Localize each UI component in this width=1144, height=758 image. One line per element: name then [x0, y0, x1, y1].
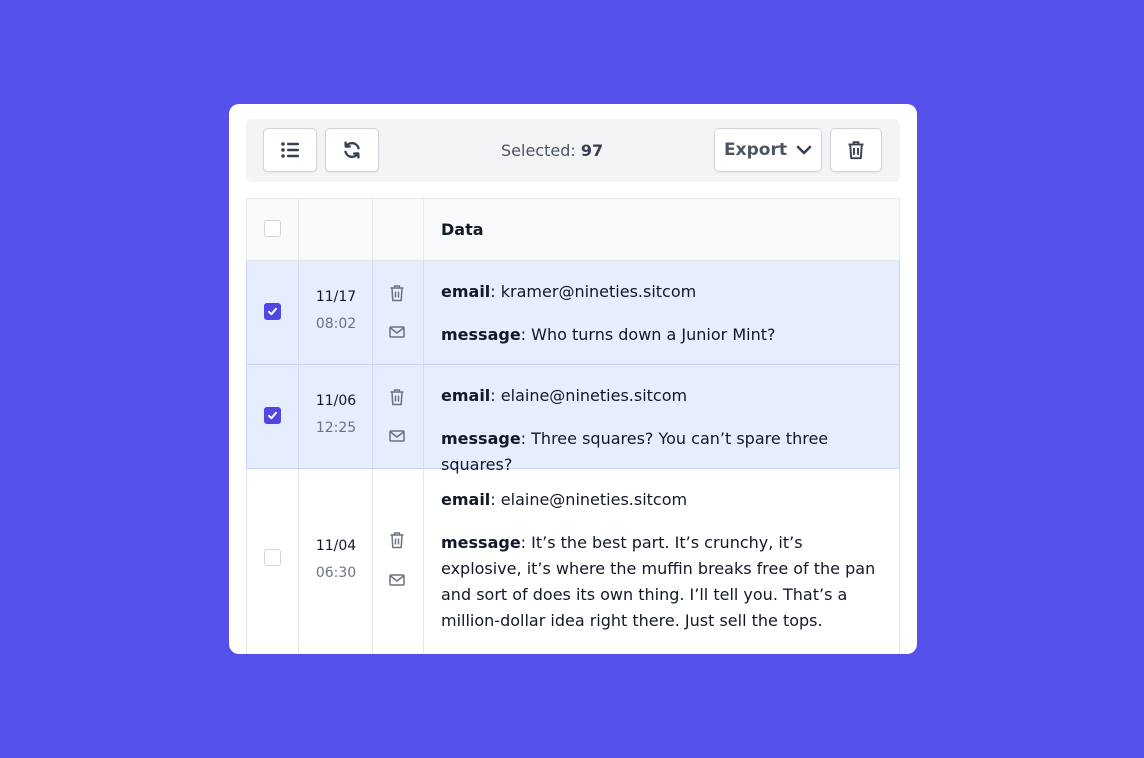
table-row: 11/04 06:30 email: elaine@nineties.sitco… [246, 469, 900, 654]
delete-selected-button[interactable] [830, 128, 882, 172]
list-icon [280, 141, 300, 159]
trash-icon[interactable] [389, 531, 405, 553]
email-line: email: kramer@nineties.sitcom [441, 282, 697, 301]
messages-card: Selected: 97 Export Data 11/17 08:02 ema… [229, 104, 917, 654]
row-time: 08:02 [315, 316, 357, 332]
message-line: message: It’s the best part. It’s crunch… [441, 533, 876, 630]
select-all-cell [246, 199, 299, 260]
data-column-header: Data [441, 220, 484, 239]
trash-icon[interactable] [389, 388, 405, 410]
message-value: Who turns down a Junior Mint? [531, 325, 776, 344]
messages-table: Data 11/17 08:02 email: kramer@nineties.… [246, 198, 900, 654]
selected-number: 97 [580, 141, 604, 160]
table-row: 11/06 12:25 email: elaine@nineties.sitco… [246, 365, 900, 474]
row-time: 06:30 [315, 565, 357, 581]
select-all-checkbox[interactable] [264, 220, 281, 237]
toolbar: Selected: 97 Export [246, 119, 900, 182]
email-line: email: elaine@nineties.sitcom [441, 386, 688, 405]
table-row: 11/17 08:02 email: kramer@nineties.sitco… [246, 261, 900, 365]
email-value: elaine@nineties.sitcom [500, 386, 688, 405]
selected-label: Selected: [501, 141, 576, 160]
row-time: 12:25 [315, 420, 357, 436]
row-checkbox[interactable] [264, 303, 281, 320]
row-date: 11/04 [315, 538, 357, 554]
mail-icon[interactable] [389, 572, 405, 591]
export-label: Export [724, 140, 787, 160]
row-checkbox[interactable] [264, 407, 281, 424]
email-value: elaine@nineties.sitcom [500, 490, 688, 509]
mail-icon[interactable] [389, 324, 405, 343]
row-checkbox[interactable] [264, 549, 281, 566]
row-date: 11/06 [315, 393, 357, 409]
mail-icon[interactable] [389, 428, 405, 447]
refresh-icon [342, 140, 362, 160]
trash-icon [847, 140, 865, 160]
email-line: email: elaine@nineties.sitcom [441, 490, 688, 509]
list-view-button[interactable] [263, 128, 317, 172]
table-header: Data [246, 199, 900, 261]
row-date: 11/17 [315, 289, 357, 305]
email-value: kramer@nineties.sitcom [500, 282, 697, 301]
selected-count: Selected: 97 [501, 119, 603, 182]
trash-icon[interactable] [389, 284, 405, 306]
message-line: message: Who turns down a Junior Mint? [441, 325, 776, 344]
export-button[interactable]: Export [714, 128, 822, 172]
chevron-down-icon [796, 144, 812, 156]
refresh-button[interactable] [325, 128, 379, 172]
